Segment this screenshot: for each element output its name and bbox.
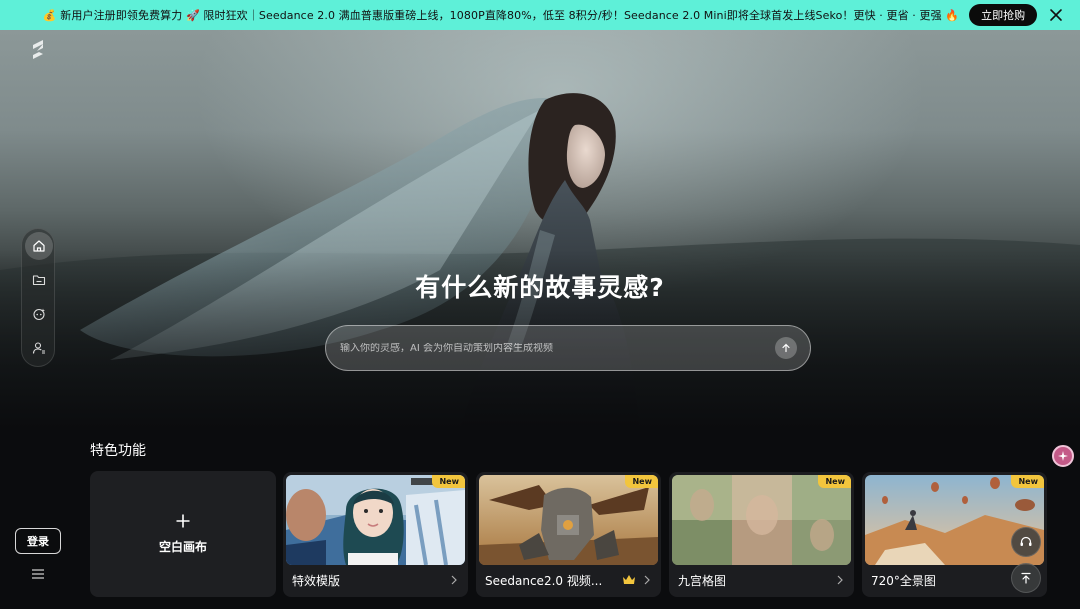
sidebar-item-home[interactable]: [25, 232, 53, 260]
new-badge: New: [432, 475, 465, 488]
arrow-top-icon: [1021, 572, 1031, 584]
sidebar-nav: [21, 228, 55, 367]
chevron-right-icon: [644, 575, 650, 585]
blank-canvas-card[interactable]: 空白画布: [90, 471, 276, 597]
send-button[interactable]: [775, 337, 797, 359]
chevron-right-icon: [837, 575, 843, 585]
user-settings-icon: [32, 342, 45, 354]
hero-headline: 有什么新的故事灵感?: [415, 273, 665, 302]
support-button[interactable]: [1011, 527, 1041, 557]
prompt-input[interactable]: [340, 342, 775, 354]
card-thumbnail: [672, 475, 851, 565]
nine-grid-thumbnail: [672, 475, 851, 565]
menu-icon[interactable]: [31, 568, 45, 580]
new-badge: New: [625, 475, 658, 488]
feature-card-nine-grid[interactable]: New 九宫格图: [669, 472, 854, 597]
card-thumbnail: [479, 475, 658, 565]
feature-card-effect-templates[interactable]: New 特效模版: [283, 472, 468, 597]
crown-icon: [623, 575, 635, 584]
blank-canvas-label: 空白画布: [158, 540, 207, 554]
buy-now-button[interactable]: 立即抢购: [969, 4, 1038, 26]
promo-banner: 💰 新用户注册即领免费算力 🚀 限时狂欢｜Seedance 2.0 满血普惠版重…: [0, 0, 1080, 30]
sidebar-item-account[interactable]: [25, 334, 53, 362]
hero-section: 有什么新的故事灵感?: [0, 30, 1080, 430]
close-icon[interactable]: [1048, 7, 1064, 23]
sparkle-icon: [1058, 451, 1068, 461]
login-button[interactable]: 登录: [15, 528, 61, 554]
back-to-top-button[interactable]: [1011, 563, 1041, 593]
arrow-up-icon: [782, 343, 790, 353]
seedance-thumbnail: [479, 475, 658, 565]
home-icon: [33, 240, 45, 252]
card-label: 九宫格图: [678, 574, 727, 588]
new-badge: New: [1011, 475, 1044, 488]
prompt-box: [325, 325, 811, 371]
feature-card-seedance-video[interactable]: New Seedance2.0 视频...: [476, 472, 661, 597]
card-label: Seedance2.0 视频...: [485, 574, 603, 588]
headset-icon: [1020, 536, 1032, 546]
section-title: 特色功能: [90, 443, 146, 459]
folder-icon: [32, 275, 46, 286]
card-label: 720°全景图: [871, 574, 936, 588]
new-badge: New: [818, 475, 851, 488]
card-label: 特效模版: [292, 574, 341, 588]
card-thumbnail: [286, 475, 465, 565]
sidebar-item-projects[interactable]: [25, 266, 53, 294]
logo-icon[interactable]: [28, 38, 48, 60]
promo-banner-text: 💰 新用户注册即领免费算力 🚀 限时狂欢｜Seedance 2.0 满血普惠版重…: [42, 9, 960, 22]
ai-assistant-icon: [33, 308, 45, 321]
sidebar-item-ai-assistant[interactable]: [25, 300, 53, 328]
effect-template-thumbnail: [286, 475, 465, 565]
plus-icon: [176, 514, 190, 528]
chevron-right-icon: [451, 575, 457, 585]
ai-helper-button[interactable]: [1052, 445, 1074, 467]
